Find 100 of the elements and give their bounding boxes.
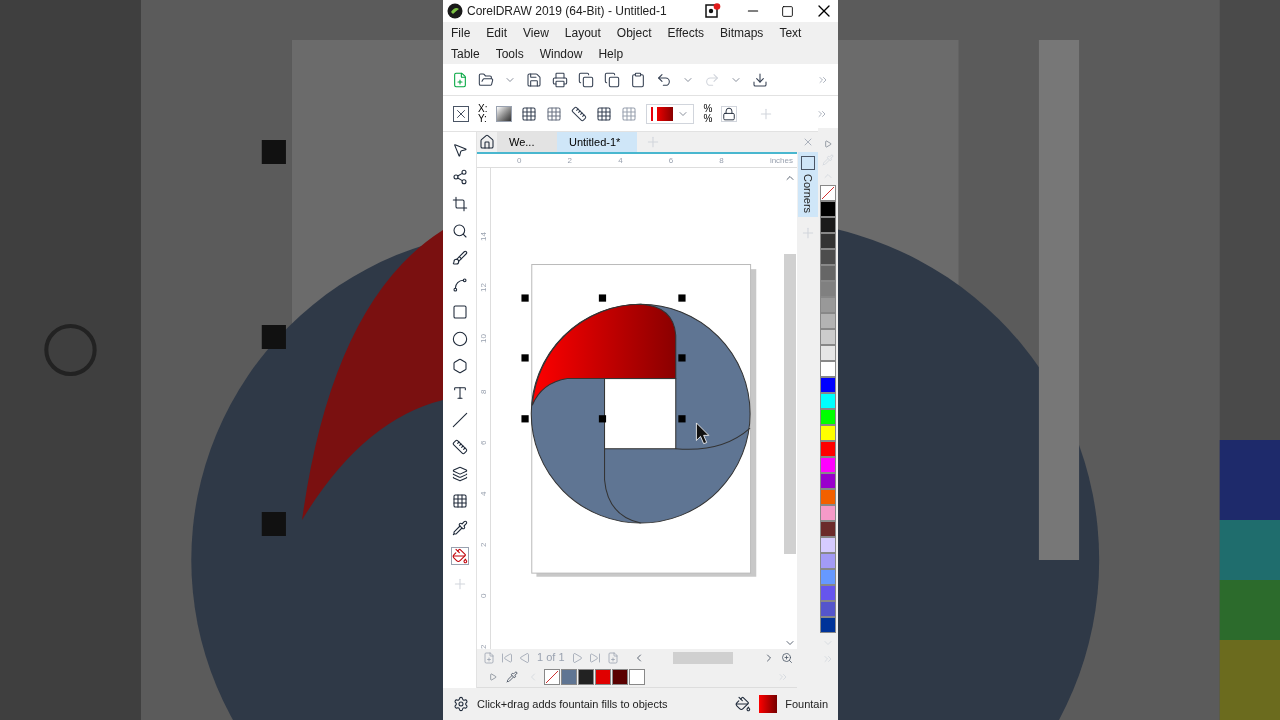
ruler-label: 0	[477, 592, 489, 598]
duplicate-icon[interactable]	[604, 71, 620, 88]
zoom-icon[interactable]	[451, 223, 468, 239]
color-swatch[interactable]	[820, 601, 836, 617]
document-tab[interactable]: Untitled-1*	[557, 132, 637, 152]
horizontal-scrollbar-thumb[interactable]	[672, 651, 733, 664]
fill-icon[interactable]	[735, 696, 752, 712]
ruler-label: 2	[477, 643, 489, 649]
color-swatch[interactable]	[820, 201, 836, 217]
add-page-icon[interactable]	[606, 651, 619, 664]
menu-item[interactable]: Help	[598, 45, 624, 62]
add-page-icon[interactable]	[483, 651, 495, 664]
line-icon[interactable]	[451, 412, 468, 428]
menu-item[interactable]: File	[451, 24, 471, 41]
ruler-label: 4	[477, 490, 489, 496]
menu-item[interactable]: Effects	[667, 24, 704, 41]
color-swatch[interactable]	[820, 473, 836, 489]
document-tab[interactable]: We...	[497, 132, 557, 152]
ruler-label: 8	[719, 155, 725, 167]
pointer-icon[interactable]	[451, 142, 468, 158]
ruler-label: 14	[477, 231, 489, 241]
menu-item[interactable]: Bitmaps	[720, 24, 764, 41]
app-logo-icon	[447, 3, 463, 19]
color-swatch[interactable]	[629, 668, 645, 685]
first-page-icon[interactable]	[501, 651, 513, 664]
menu-item[interactable]: Window	[539, 45, 583, 62]
no-fill-icon[interactable]	[453, 105, 469, 122]
color-swatch[interactable]	[820, 457, 836, 473]
expand-icon[interactable]	[489, 672, 497, 681]
color-swatch[interactable]	[820, 281, 836, 297]
home-icon[interactable]	[479, 134, 495, 150]
text-tool-icon[interactable]	[451, 385, 468, 401]
previous-page-icon[interactable]	[519, 651, 531, 664]
paste-icon[interactable]	[630, 71, 646, 88]
settings-icon[interactable]	[453, 696, 469, 712]
menu-item[interactable]: View	[523, 24, 549, 41]
ruler-unit: inches	[769, 155, 794, 167]
color-swatch[interactable]	[820, 297, 836, 313]
color-swatch[interactable]	[595, 668, 611, 685]
color-swatch[interactable]	[820, 537, 836, 553]
window-title: CorelDRAW 2019 (64-Bit) - Untitled-1	[467, 3, 668, 20]
docker-tab[interactable]: Corners	[797, 152, 818, 218]
cursor-icon	[696, 422, 710, 444]
menu-item[interactable]: Edit	[486, 24, 508, 41]
selection-handles[interactable]	[521, 294, 686, 423]
color-swatch[interactable]	[820, 249, 836, 265]
color-swatch[interactable]	[612, 668, 628, 685]
lock-icon[interactable]	[721, 105, 738, 122]
color-swatch[interactable]	[820, 265, 836, 281]
last-page-icon[interactable]	[588, 651, 601, 664]
color-swatch[interactable]	[820, 553, 836, 569]
color-swatch[interactable]	[820, 233, 836, 249]
color-swatch[interactable]	[820, 217, 836, 233]
no-color-swatch[interactable]	[544, 668, 560, 685]
color-swatch[interactable]	[820, 329, 836, 345]
maximize-icon[interactable]	[781, 4, 794, 18]
ruler-label: 10	[477, 333, 489, 343]
menu-item[interactable]: Tools	[495, 45, 524, 62]
color-swatch[interactable]	[820, 361, 836, 377]
menu-item[interactable]: Object	[616, 24, 652, 41]
color-swatch[interactable]	[578, 668, 594, 685]
curve-icon[interactable]	[451, 277, 468, 293]
color-swatch[interactable]	[820, 345, 836, 361]
copy-icon[interactable]	[578, 71, 594, 88]
menu-item[interactable]: Table	[451, 45, 480, 62]
color-swatch[interactable]	[820, 409, 836, 425]
color-swatch[interactable]	[820, 569, 836, 585]
menu-item[interactable]: Layout	[564, 24, 601, 41]
color-swatch[interactable]	[561, 668, 577, 685]
color-swatch[interactable]	[820, 425, 836, 441]
eyedropper-icon[interactable]	[451, 520, 468, 536]
color-swatch[interactable]	[820, 521, 836, 537]
fill-tool-icon[interactable]	[450, 547, 469, 565]
folder-icon[interactable]	[478, 71, 494, 88]
color-swatch[interactable]	[820, 393, 836, 409]
import-icon[interactable]	[752, 71, 768, 88]
ruler-label: 0	[517, 155, 523, 167]
user-alert-icon[interactable]	[705, 3, 721, 19]
color-swatch[interactable]	[820, 377, 836, 393]
color-swatch[interactable]	[820, 441, 836, 457]
color-swatch[interactable]	[820, 489, 836, 505]
expand-icon[interactable]	[824, 140, 832, 148]
fill-swatch	[759, 695, 778, 713]
color-swatch[interactable]	[820, 585, 836, 601]
color-swatch[interactable]	[820, 617, 836, 633]
print-icon[interactable]	[552, 71, 568, 88]
rectangle-icon[interactable]	[451, 304, 468, 320]
color-swatch[interactable]	[820, 313, 836, 329]
fill-color-picker[interactable]	[646, 103, 695, 124]
save-icon[interactable]	[526, 71, 542, 88]
no-color-swatch[interactable]	[820, 185, 836, 201]
color-swatch[interactable]	[820, 505, 836, 521]
next-page-icon[interactable]	[570, 651, 583, 664]
menu-item[interactable]: Text	[779, 24, 802, 41]
polygon-icon[interactable]	[451, 358, 468, 374]
uniform-fill-button[interactable]	[496, 105, 513, 122]
ruler-label: 8	[477, 388, 489, 394]
undo-icon[interactable]	[656, 71, 672, 88]
new-document-icon[interactable]	[452, 71, 468, 88]
ellipse-icon[interactable]	[451, 331, 468, 347]
